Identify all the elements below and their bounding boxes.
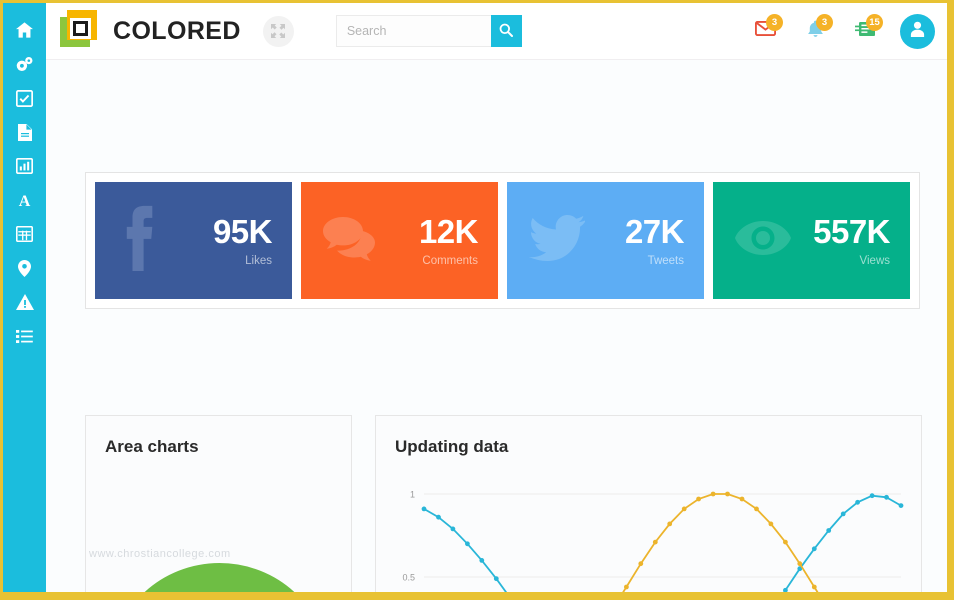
facebook-icon <box>117 205 157 276</box>
donut-chart-svg <box>144 563 295 592</box>
search-box <box>335 15 522 47</box>
avatar[interactable] <box>900 13 935 49</box>
stat-card-comments[interactable]: 12K Comments <box>301 182 498 299</box>
sidebar-item-typography[interactable]: A <box>3 183 46 217</box>
stat-value: 12K <box>418 212 479 250</box>
stat-label: Comments <box>422 254 478 267</box>
sidebar-item-forms[interactable] <box>3 81 46 115</box>
stat-value: 95K <box>212 212 273 250</box>
tasks-badge: 15 <box>866 14 883 31</box>
search-button[interactable] <box>490 15 522 47</box>
page-root: A COLORED Search 3 3 15 95K Likes 12K Co… <box>3 3 947 592</box>
svg-text:1: 1 <box>410 490 415 500</box>
stat-card-likes[interactable]: 95K Likes <box>95 182 292 299</box>
stat-value: 557K <box>813 212 890 250</box>
card-updating-data: Updating data 10.50 <box>375 415 922 592</box>
card-title: Updating data <box>395 437 509 456</box>
svg-text:0.5: 0.5 <box>402 573 415 583</box>
main-content: 95K Likes 12K Comments 27K Tweets 557K V… <box>46 60 947 592</box>
user-icon <box>909 20 926 42</box>
file-icon <box>17 123 32 141</box>
stat-label: Likes <box>245 254 272 267</box>
logo-squares-icon <box>60 10 102 52</box>
notifications-badge: 3 <box>816 14 833 31</box>
map-marker-icon <box>18 259 31 277</box>
sidebar-item-dashboard[interactable] <box>3 13 46 47</box>
stat-label: Tweets <box>647 254 684 267</box>
header-actions: 3 3 15 <box>734 12 935 50</box>
font-icon: A <box>17 192 32 208</box>
stat-label: Views <box>859 254 890 267</box>
list-icon <box>16 329 33 344</box>
line-chart-svg: 10.50 <box>402 490 904 592</box>
social-stats-panel: 95K Likes 12K Comments 27K Tweets 557K V… <box>85 172 920 309</box>
sidebar: A <box>3 3 46 592</box>
tasks-button[interactable]: 15 <box>846 12 884 50</box>
cogs-icon <box>15 56 34 73</box>
sidebar-item-components[interactable] <box>3 47 46 81</box>
card-area-charts: Area charts www.chrostiancollege.com foo <box>85 415 352 592</box>
svg-text:A: A <box>19 193 31 208</box>
sidebar-item-pages[interactable] <box>3 115 46 149</box>
donut-chart[interactable]: foo <box>86 474 351 592</box>
table-icon <box>16 226 33 242</box>
stat-value: 27K <box>624 212 685 250</box>
brand-logo[interactable]: COLORED <box>60 10 241 52</box>
card-title: Area charts <box>105 437 199 456</box>
sidebar-item-charts[interactable] <box>3 149 46 183</box>
comments-icon <box>323 215 379 266</box>
search-icon <box>499 23 514 40</box>
eye-icon <box>735 219 791 262</box>
top-header: COLORED Search 3 3 15 <box>46 3 947 60</box>
warning-icon <box>15 294 34 310</box>
home-icon <box>16 22 33 38</box>
sidebar-item-maps[interactable] <box>3 251 46 285</box>
arrows-expand-icon[interactable] <box>262 15 294 47</box>
bar-chart-icon <box>16 158 33 174</box>
sidebar-item-menu-levels[interactable] <box>3 319 46 353</box>
page-frame: A COLORED Search 3 3 15 95K Likes 12K Co… <box>0 0 954 600</box>
search-input[interactable] <box>335 15 491 47</box>
check-square-icon <box>16 89 33 107</box>
sidebar-item-tables[interactable] <box>3 217 46 251</box>
stat-card-views[interactable]: 557K Views <box>713 182 910 299</box>
stat-card-tweets[interactable]: 27K Tweets <box>507 182 704 299</box>
line-chart[interactable]: 10.50 <box>376 466 921 592</box>
brand-name: COLORED <box>113 16 241 45</box>
messages-button[interactable]: 3 <box>746 12 784 50</box>
notifications-button[interactable]: 3 <box>796 12 834 50</box>
sidebar-item-alerts[interactable] <box>3 285 46 319</box>
twitter-icon <box>528 215 586 266</box>
messages-badge: 3 <box>766 14 783 31</box>
